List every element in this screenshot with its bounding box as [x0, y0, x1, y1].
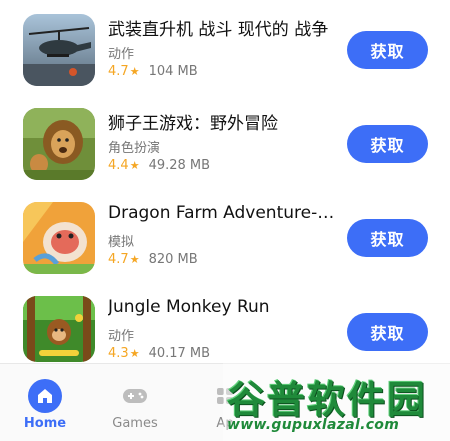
gamepad-icon	[118, 379, 152, 413]
list-item[interactable]: 武装直升机 战斗 现代的 战争 动作 4.7★ 104 MB 获取	[0, 0, 450, 94]
star-icon: ★	[129, 65, 140, 78]
app-category: 角色扮演	[108, 141, 161, 156]
nav-label-games: Games	[112, 416, 158, 431]
app-rating: 4.3	[108, 346, 129, 361]
app-title: 狮子王游戏：野外冒险	[108, 114, 278, 134]
app-meta: 4.3★ 40.17 MB	[108, 346, 210, 361]
monkey-game-icon[interactable]	[23, 296, 95, 362]
nav-label-home: Home	[23, 416, 67, 431]
app-rating: 4.4	[108, 158, 129, 173]
app-size: 104 MB	[148, 64, 198, 79]
app-category: 动作	[108, 329, 135, 344]
app-title: 武装直升机 战斗 现代的 战争	[108, 20, 329, 40]
star-icon: ★	[129, 159, 140, 172]
app-size: 820 MB	[148, 252, 198, 267]
app-rating: 4.7	[108, 252, 129, 267]
app-rating: 4.7	[108, 64, 129, 79]
home-icon	[28, 379, 62, 413]
app-meta: 4.7★ 104 MB	[108, 64, 198, 79]
dragon-game-icon[interactable]	[23, 202, 95, 274]
app-title: Jungle Monkey Run	[108, 297, 270, 317]
app-meta: 4.7★ 820 MB	[108, 252, 198, 267]
get-button[interactable]: 获取	[347, 31, 428, 69]
star-icon: ★	[129, 253, 140, 266]
nav-item-games[interactable]: Games	[105, 364, 165, 441]
helicopter-game-icon[interactable]	[23, 14, 95, 86]
watermark-url: www.gupuxlazal.com	[227, 417, 400, 433]
get-button[interactable]: 获取	[347, 125, 428, 163]
app-size: 40.17 MB	[148, 346, 211, 361]
watermark-title: 谷普软件园	[227, 378, 428, 422]
app-title: Dragon Farm Adventure-Fun Games	[108, 203, 338, 223]
watermark: 谷普软件园 www.gupuxlazal.com	[223, 363, 450, 441]
app-meta: 4.4★ 49.28 MB	[108, 158, 210, 173]
app-category: 动作	[108, 47, 135, 62]
app-category: 模拟	[108, 235, 135, 250]
nav-item-home[interactable]: Home	[15, 364, 75, 441]
app-size: 49.28 MB	[148, 158, 211, 173]
lion-game-icon[interactable]	[23, 108, 95, 180]
list-item[interactable]: Dragon Farm Adventure-Fun Games 模拟 4.7★ 8…	[0, 188, 450, 282]
list-item[interactable]: Jungle Monkey Run 动作 4.3★ 40.17 MB 获取	[0, 282, 450, 376]
star-icon: ★	[129, 347, 140, 360]
get-button[interactable]: 获取	[347, 219, 428, 257]
get-button[interactable]: 获取	[347, 313, 428, 351]
list-item[interactable]: 狮子王游戏：野外冒险 角色扮演 4.4★ 49.28 MB 获取	[0, 94, 450, 188]
